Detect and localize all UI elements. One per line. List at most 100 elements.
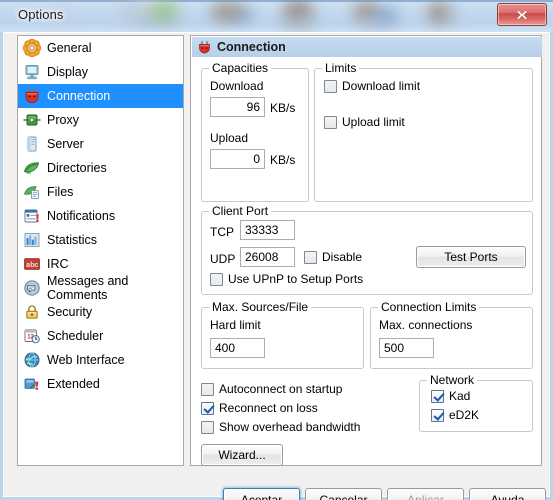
sidebar-item-label: Extended — [47, 377, 100, 391]
ed2k-checkbox[interactable]: eD2K — [431, 408, 479, 422]
overhead-label: Show overhead bandwidth — [219, 420, 361, 434]
tcp-label: TCP — [210, 225, 234, 239]
capacities-legend: Capacities — [209, 61, 272, 75]
reconnect-label: Reconnect on loss — [219, 401, 318, 415]
sidebar-item-messages-and-comments[interactable]: Messages and Comments — [18, 274, 183, 302]
close-button[interactable] — [497, 3, 547, 26]
files-icon — [23, 183, 41, 201]
client-port-group: Client Port TCP 33333 UDP 26008 Disable … — [201, 204, 533, 295]
gear-flower-icon — [22, 38, 42, 58]
show-overhead-checkbox[interactable]: Show overhead bandwidth — [201, 420, 360, 434]
test-ports-button[interactable]: Test Ports — [416, 246, 526, 268]
sidebar-item-label: Notifications — [47, 209, 116, 223]
autoconnect-label: Autoconnect on startup — [219, 382, 343, 396]
connection-settings-pane: Connection Capacities Download 96 KB/s U… — [190, 35, 542, 466]
sidebar-item-label: Directories — [47, 161, 107, 175]
sidebar-item-label: General — [47, 41, 92, 55]
download-capacity-input[interactable]: 96 — [210, 97, 265, 117]
sidebar-item-server[interactable]: Server — [18, 132, 183, 156]
kad-checkbox[interactable]: Kad — [431, 389, 470, 403]
upnp-checkbox[interactable]: Use UPnP to Setup Ports — [210, 272, 363, 286]
glass-blob — [232, 8, 254, 22]
sidebar-item-irc[interactable]: a b c IRC — [18, 252, 183, 276]
upload-capacity-input[interactable]: 0 — [210, 149, 265, 169]
disable-label: Disable — [322, 250, 363, 264]
limits-group: Limits Download limit Upload limit — [314, 61, 533, 202]
sidebar-item-scheduler[interactable]: 12 Scheduler — [18, 324, 183, 348]
udp-port-input[interactable]: 26008 — [240, 247, 295, 267]
window-title: Options — [18, 7, 64, 22]
sidebar-item-security[interactable]: Security — [18, 300, 183, 324]
monitor-icon — [23, 63, 41, 81]
glass-blob — [275, 17, 323, 29]
ed2k-label: eD2K — [449, 408, 480, 422]
sidebar-item-proxy[interactable]: Proxy — [18, 108, 183, 132]
sidebar-item-label: Statistics — [47, 233, 98, 247]
upnp-label: Use UPnP to Setup Ports — [228, 272, 364, 286]
sidebar-item-connection[interactable]: Connection — [18, 84, 183, 108]
kad-label: Kad — [449, 389, 471, 403]
glass-blob — [352, 19, 402, 29]
titlebar-top-edge — [0, 0, 553, 2]
hard-limit-input[interactable]: 400 — [210, 338, 265, 358]
glass-blob — [149, 0, 179, 22]
help-button[interactable]: Ayuda — [469, 488, 546, 500]
download-limit-label: Download limit — [342, 79, 421, 93]
sidebar-item-statistics[interactable]: Statistics — [18, 228, 183, 252]
download-limit-checkbox[interactable]: Download limit — [324, 79, 420, 93]
max-sources-group: Max. Sources/File Hard limit 400 — [201, 300, 364, 369]
sidebar-item-label: Scheduler — [47, 329, 104, 343]
disable-udp-checkbox[interactable]: Disable — [304, 250, 362, 264]
sidebar-item-web-interface[interactable]: Web Interface — [18, 348, 183, 372]
sidebar-item-label: Files — [47, 185, 74, 199]
sidebar-item-label: Messages and Comments — [47, 274, 129, 302]
client-port-legend: Client Port — [209, 204, 272, 218]
accept-button[interactable]: Aceptar — [223, 488, 300, 500]
checkbox-box — [431, 389, 444, 403]
max-connections-input[interactable]: 500 — [379, 338, 434, 358]
upload-capacity-label: Upload — [210, 131, 249, 145]
reconnect-on-loss-checkbox[interactable]: Reconnect on loss — [201, 401, 318, 415]
svg-text:c: c — [34, 260, 38, 269]
calendar-clock-icon: 12 — [23, 327, 41, 345]
options-window: Options General Display Connection Proxy… — [0, 0, 553, 500]
autoconnect-checkbox[interactable]: Autoconnect on startup — [201, 382, 342, 396]
sidebar-item-general[interactable]: General — [18, 36, 183, 60]
window-titlebar: Options — [0, 0, 553, 33]
pane-header: Connection — [192, 37, 542, 57]
glass-blob — [443, 6, 459, 22]
cancel-button[interactable]: Cancelar — [305, 488, 382, 500]
plug-icon — [23, 87, 41, 105]
tcp-port-input[interactable]: 33333 — [240, 220, 295, 240]
irc-icon: a b c — [23, 255, 41, 273]
connection-limits-legend: Connection Limits — [378, 300, 480, 314]
sidebar-item-extended[interactable]: Extended — [18, 372, 183, 396]
download-capacity-label: Download — [210, 79, 264, 93]
upload-capacity-unit: KB/s — [270, 153, 296, 167]
sidebar-item-label: IRC — [47, 257, 69, 271]
category-list[interactable]: General Display Connection Proxy Server … — [17, 35, 184, 466]
checkbox-box — [210, 272, 223, 286]
sidebar-item-notifications[interactable]: Notifications — [18, 204, 183, 228]
download-capacity-unit: KB/s — [270, 101, 296, 115]
extended-icon — [23, 375, 41, 393]
window-client-area: General Display Connection Proxy Server … — [0, 32, 553, 500]
sidebar-item-display[interactable]: Display — [18, 60, 183, 84]
sidebar-item-files[interactable]: Files — [18, 180, 183, 204]
wizard-button[interactable]: Wizard... — [201, 444, 283, 466]
network-legend: Network — [427, 373, 478, 387]
sidebar-item-label: Connection — [47, 89, 111, 103]
checkbox-box — [304, 250, 317, 264]
messages-icon — [23, 279, 41, 297]
sidebar-item-directories[interactable]: Directories — [18, 156, 183, 180]
checkbox-box — [431, 408, 444, 422]
sidebar-item-label: Proxy — [47, 113, 79, 127]
globe-icon — [23, 351, 41, 369]
network-group: Network Kad eD2K — [419, 373, 533, 432]
folder-leaf-icon — [23, 159, 41, 177]
sidebar-item-label: Security — [47, 305, 93, 319]
upload-limit-checkbox[interactable]: Upload limit — [324, 115, 405, 129]
checkbox-box — [201, 420, 214, 434]
limits-legend: Limits — [322, 61, 360, 75]
client-inner: General Display Connection Proxy Server … — [3, 32, 550, 500]
